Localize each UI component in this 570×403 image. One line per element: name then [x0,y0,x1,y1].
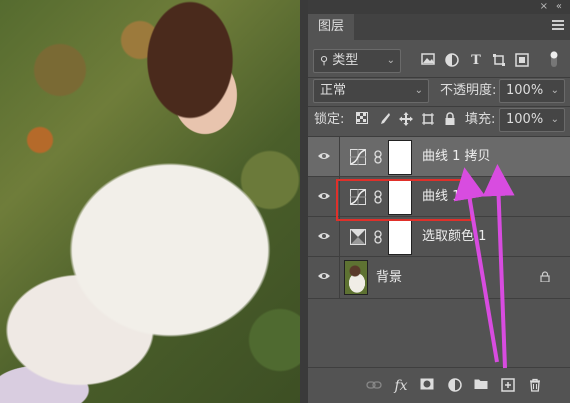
layer-name[interactable]: 背景 [376,257,402,299]
collapse-icon[interactable]: « [556,0,562,14]
adjustment-filter-icon[interactable] [444,53,460,69]
adjustment-layer-icon[interactable] [447,378,463,394]
opacity-input[interactable]: 100% ⌄ [499,79,565,103]
lock-artboard-icon[interactable] [420,112,436,128]
text-filter-icon[interactable]: T [468,53,484,69]
lock-position-icon[interactable] [398,112,414,128]
chevron-down-icon: ⌄ [386,55,395,66]
link-layers-icon[interactable] [366,378,382,394]
opacity-value: 100% [506,83,544,98]
chain-link-icon[interactable] [374,150,382,164]
chain-link-icon[interactable] [374,190,382,204]
lock-transparent-icon[interactable] [354,112,370,128]
panel-separator [300,0,308,403]
panel-header-bar: × « [308,0,570,14]
shape-filter-icon[interactable] [491,53,507,69]
tab-bar: 图层 [308,14,570,40]
divider [308,77,570,78]
curves-adjustment-icon [350,189,366,205]
fill-value: 100% [506,112,544,127]
fill-label: 填充: [465,112,496,127]
layer-row-curves[interactable]: 曲线 1 [308,177,570,217]
fill-input[interactable]: 100% ⌄ [499,108,565,132]
panel-menu-icon[interactable] [552,20,564,32]
lock-icon[interactable] [540,271,550,282]
layer-mask-thumbnail[interactable] [388,180,412,215]
layer-row-curves-copy[interactable]: 曲线 1 拷贝 [308,137,570,177]
filter-kind-select[interactable]: ⚲ 类型 ⌄ [313,49,401,73]
smart-object-filter-icon[interactable] [514,53,530,69]
chevron-down-icon: ⌄ [414,85,423,96]
eye-icon[interactable] [317,190,331,202]
layer-mask-thumbnail[interactable] [388,220,412,255]
lock-label: 锁定: [314,112,345,127]
divider [308,106,570,107]
filter-toggle-icon[interactable] [546,50,562,67]
chevron-down-icon: ⌄ [550,85,559,96]
chevron-down-icon: ⌄ [550,114,559,125]
layers-list: 曲线 1 拷贝 曲线 1 选取颜色 1 背景 [308,137,570,367]
layer-mask-thumbnail[interactable] [388,140,412,175]
curves-adjustment-icon [350,149,366,165]
eye-icon[interactable] [317,150,331,162]
layer-row-background[interactable]: 背景 [308,257,570,299]
canvas-photo [0,0,300,403]
layer-name[interactable]: 曲线 1 拷贝 [422,137,491,177]
opacity-label: 不透明度: [440,83,497,98]
new-layer-icon[interactable] [500,378,516,394]
lock-pixels-icon[interactable] [376,112,392,128]
fx-icon[interactable]: fx [393,378,409,394]
layer-name[interactable]: 选取颜色 1 [422,217,486,257]
chain-link-icon[interactable] [374,230,382,244]
tab-layers[interactable]: 图层 [308,14,355,40]
layers-bottom-bar: fx [308,367,570,403]
group-folder-icon[interactable] [473,378,489,394]
layers-panel: × « 图层 ⚲ 类型 ⌄ T 正常 ⌄ 不透明度: 100% ⌄ 锁定: 填充… [308,0,570,403]
add-mask-icon[interactable] [419,378,435,394]
close-icon[interactable]: × [540,0,548,14]
selective-color-icon [350,229,366,245]
layer-image-thumbnail[interactable] [344,260,368,295]
image-filter-icon[interactable] [420,53,436,69]
layer-name[interactable]: 曲线 1 [422,177,460,217]
eye-icon[interactable] [317,230,331,242]
filter-kind-label: 类型 [332,53,359,68]
blend-mode-select[interactable]: 正常 ⌄ [313,79,429,103]
lock-all-icon[interactable] [442,112,458,128]
layer-row-selective-color[interactable]: 选取颜色 1 [308,217,570,257]
trash-icon[interactable] [527,378,543,394]
search-icon: ⚲ [320,54,329,67]
eye-icon[interactable] [317,270,331,282]
blend-mode-value: 正常 [320,83,347,98]
